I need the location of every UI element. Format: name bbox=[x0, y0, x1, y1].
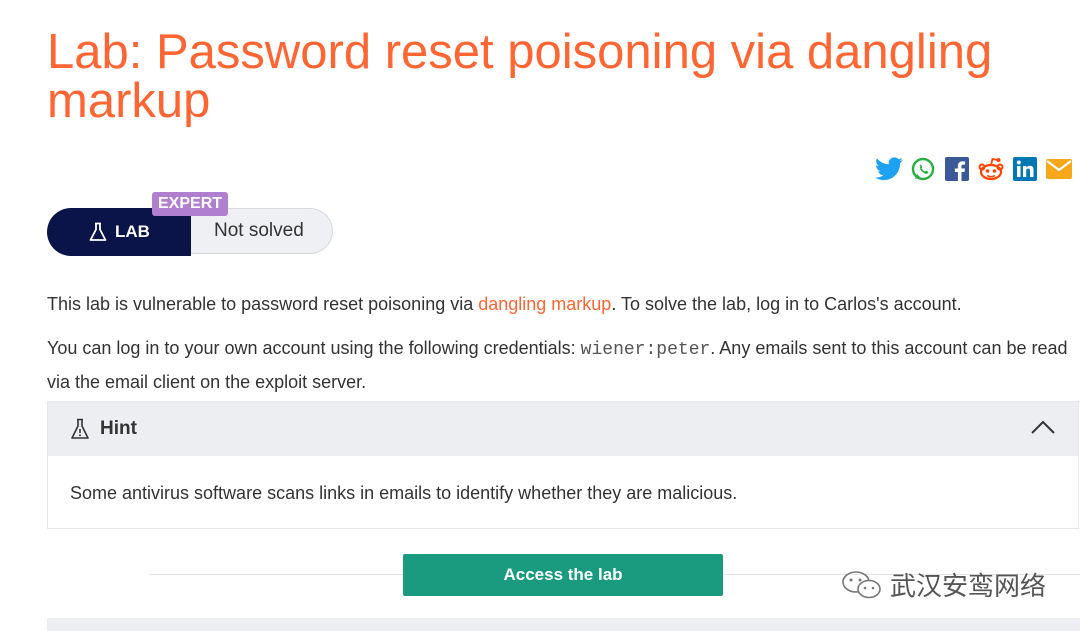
reddit-icon[interactable] bbox=[977, 155, 1005, 183]
watermark-text: 武汉安鸾网络 bbox=[890, 572, 1047, 602]
credentials-text: You can log in to your own account using… bbox=[47, 338, 581, 358]
linkedin-icon[interactable] bbox=[1011, 155, 1039, 183]
next-panel-edge bbox=[47, 618, 1080, 631]
access-lab-button[interactable]: Access the lab bbox=[403, 554, 723, 596]
email-icon[interactable] bbox=[1045, 155, 1073, 183]
credentials-paragraph: You can log in to your own account using… bbox=[47, 332, 1077, 398]
hint-body: Some antivirus software scans links in e… bbox=[70, 483, 738, 503]
flask-icon bbox=[89, 222, 107, 242]
wechat-icon bbox=[840, 569, 884, 601]
watermark: 武汉安鸾网络 bbox=[840, 566, 1046, 603]
lab-description: This lab is vulnerable to password reset… bbox=[47, 292, 1077, 316]
share-icons bbox=[875, 155, 1073, 183]
description-text: . To solve the lab, log in to Carlos's a… bbox=[611, 294, 962, 314]
hint-panel: Hint Some antivirus software scans links… bbox=[47, 401, 1079, 529]
hint-title: Hint bbox=[100, 418, 137, 439]
hint-flask-icon bbox=[70, 418, 90, 440]
whatsapp-icon[interactable] bbox=[909, 155, 937, 183]
credentials-code: wiener:peter bbox=[580, 340, 711, 360]
page-title: Lab: Password reset poisoning via dangli… bbox=[47, 25, 993, 128]
chevron-up-icon[interactable] bbox=[1030, 418, 1056, 443]
dangling-markup-link[interactable]: dangling markup bbox=[478, 294, 611, 314]
twitter-icon[interactable] bbox=[875, 155, 903, 183]
facebook-icon[interactable] bbox=[943, 155, 971, 183]
hint-toggle[interactable]: Hint bbox=[48, 402, 1078, 456]
description-text: This lab is vulnerable to password reset… bbox=[47, 294, 479, 314]
lab-label: LAB bbox=[115, 222, 150, 241]
difficulty-badge: EXPERT bbox=[152, 192, 229, 216]
